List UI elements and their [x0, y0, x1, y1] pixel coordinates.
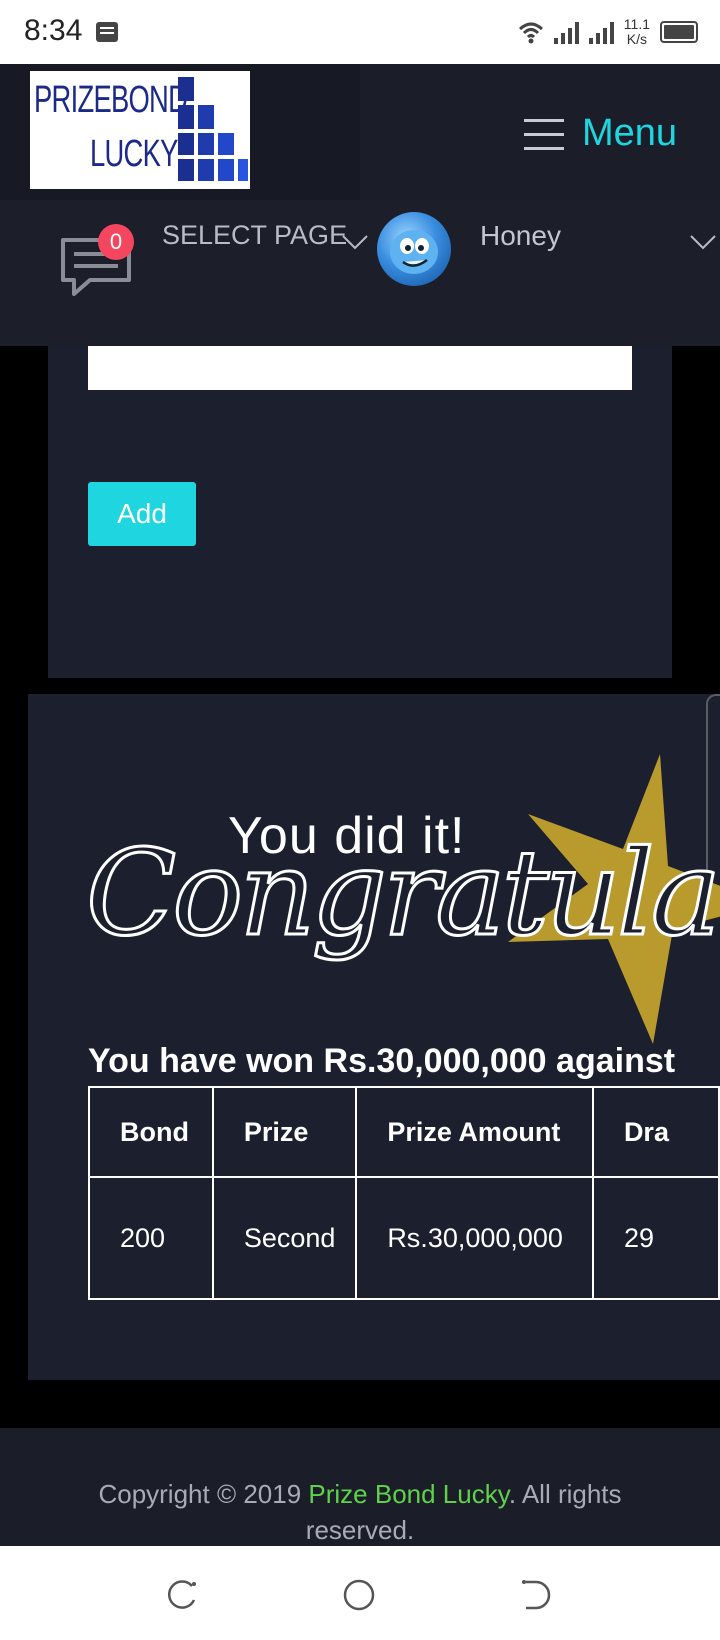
header-prize-amount: Prize Amount: [355, 1086, 594, 1178]
hamburger-icon: [524, 117, 564, 151]
wifi-icon: [518, 22, 543, 44]
network-speed-unit: K/s: [626, 31, 647, 47]
chat-notification-badge: 0: [98, 224, 134, 260]
menu-label: Menu: [582, 112, 678, 154]
cell-draw: 29: [591, 1176, 720, 1300]
chevron-down-icon[interactable]: [342, 234, 368, 250]
cell-prize: Second: [211, 1176, 358, 1300]
add-button[interactable]: Add: [88, 482, 196, 546]
signal-icon: [553, 20, 579, 44]
logo-text-line1: PRIZEBOND: [34, 79, 188, 121]
logo-blocks-graphic: [178, 77, 248, 183]
footer-site-link[interactable]: Prize Bond Lucky: [308, 1479, 508, 1509]
network-speed-value: 11.1: [623, 16, 650, 32]
user-name[interactable]: Honey: [480, 220, 561, 252]
chevron-down-icon[interactable]: [690, 234, 716, 250]
system-nav-bar: [0, 1546, 720, 1640]
header-top: PRIZEBOND LUCKY Menu: [0, 64, 720, 200]
header-bond: Bond: [88, 1086, 214, 1178]
recent-apps-icon[interactable]: [166, 1578, 200, 1612]
status-bar: 8:34 11.1 K/s: [0, 0, 720, 64]
back-icon[interactable]: [518, 1578, 552, 1612]
copyright-prefix: Copyright © 2019: [98, 1479, 309, 1509]
form-card: Add: [48, 346, 672, 678]
header-draw: Dra: [591, 1086, 720, 1178]
text-input[interactable]: [88, 346, 632, 390]
menu-button[interactable]: Menu: [524, 112, 677, 155]
signal-icon: [588, 20, 614, 44]
congratulations-script: Congratulati: [84, 823, 720, 964]
site-footer: Copyright © 2019 Prize Bond Lucky. All r…: [0, 1428, 720, 1546]
battery-icon: [660, 21, 698, 43]
table-row: 200 Second Rs.30,000,000 29: [88, 1176, 720, 1300]
user-avatar[interactable]: [377, 212, 451, 286]
network-speed: 11.1 K/s: [624, 17, 650, 47]
status-icons: 11.1 K/s: [518, 10, 698, 54]
avatar-face-icon: [390, 230, 438, 274]
table-header-row: Bond Prize Prize Amount Dra: [88, 1086, 720, 1178]
prize-table: Bond Prize Prize Amount Dra 200 Second R…: [88, 1086, 720, 1300]
home-icon[interactable]: [342, 1578, 376, 1612]
logo-text-line2: LUCKY: [90, 133, 178, 175]
header-prize: Prize: [211, 1086, 358, 1178]
win-message: You have won Rs.30,000,000 against: [88, 1042, 676, 1080]
cell-prize-amount: Rs.30,000,000: [355, 1176, 594, 1300]
cell-bond: 200: [88, 1176, 214, 1300]
result-card: You did it! Congratulati You have won Rs…: [28, 694, 720, 1380]
select-page-dropdown[interactable]: SELECT PAGE: [162, 220, 347, 251]
copyright-text: Copyright © 2019 Prize Bond Lucky. All r…: [60, 1476, 660, 1548]
site-header: PRIZEBOND LUCKY Menu 0 SELECT PAGE Honey: [0, 64, 720, 346]
status-time: 8:34: [24, 14, 83, 47]
message-notification-icon: [96, 22, 118, 42]
site-logo[interactable]: PRIZEBOND LUCKY: [30, 71, 250, 189]
